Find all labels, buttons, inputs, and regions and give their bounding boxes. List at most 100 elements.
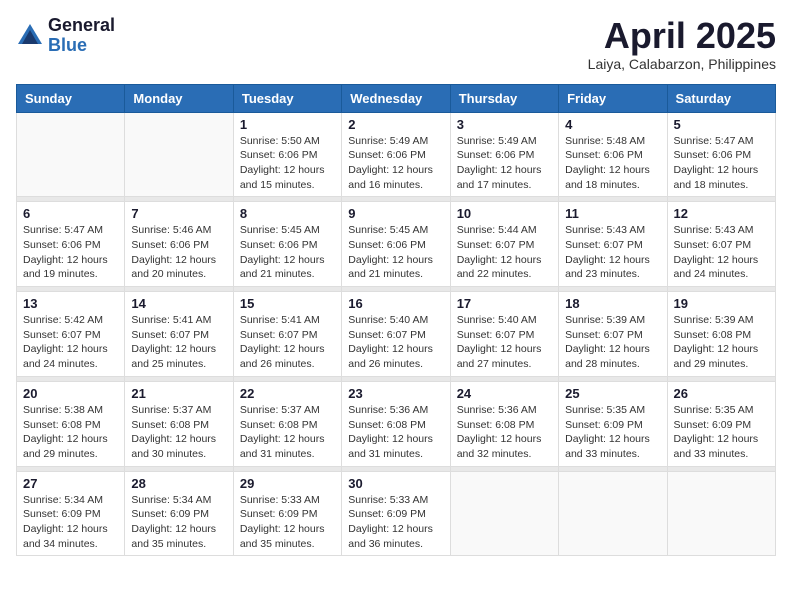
calendar-cell: 15 Sunrise: 5:41 AM Sunset: 6:07 PM Dayli…	[233, 292, 341, 377]
day-info: Sunrise: 5:39 AM Sunset: 6:07 PM Dayligh…	[565, 313, 660, 372]
day-number: 7	[131, 206, 226, 221]
calendar-cell: 21 Sunrise: 5:37 AM Sunset: 6:08 PM Dayli…	[125, 381, 233, 466]
day-number: 27	[23, 476, 118, 491]
day-info: Sunrise: 5:49 AM Sunset: 6:06 PM Dayligh…	[457, 134, 552, 193]
day-number: 10	[457, 206, 552, 221]
day-info: Sunrise: 5:37 AM Sunset: 6:08 PM Dayligh…	[240, 403, 335, 462]
day-number: 30	[348, 476, 443, 491]
day-info: Sunrise: 5:43 AM Sunset: 6:07 PM Dayligh…	[565, 223, 660, 282]
day-number: 11	[565, 206, 660, 221]
day-number: 2	[348, 117, 443, 132]
col-wednesday: Wednesday	[342, 84, 450, 112]
day-info: Sunrise: 5:38 AM Sunset: 6:08 PM Dayligh…	[23, 403, 118, 462]
day-number: 16	[348, 296, 443, 311]
day-number: 5	[674, 117, 769, 132]
day-number: 9	[348, 206, 443, 221]
calendar-cell: 13Sunrise: 5:42 AM Sunset: 6:07 PM Dayli…	[17, 292, 125, 377]
day-info: Sunrise: 5:34 AM Sunset: 6:09 PM Dayligh…	[23, 493, 118, 552]
day-info: Sunrise: 5:35 AM Sunset: 6:09 PM Dayligh…	[674, 403, 769, 462]
day-number: 13	[23, 296, 118, 311]
day-info: Sunrise: 5:44 AM Sunset: 6:07 PM Dayligh…	[457, 223, 552, 282]
calendar-cell: 26 Sunrise: 5:35 AM Sunset: 6:09 PM Dayli…	[667, 381, 775, 466]
day-number: 15	[240, 296, 335, 311]
logo-icon	[16, 22, 44, 50]
calendar-cell: 11 Sunrise: 5:43 AM Sunset: 6:07 PM Dayli…	[559, 202, 667, 287]
day-number: 8	[240, 206, 335, 221]
title-area: April 2025 Laiya, Calabarzon, Philippine…	[588, 16, 776, 72]
calendar-week-row: 1 Sunrise: 5:50 AM Sunset: 6:06 PM Daylig…	[17, 112, 776, 197]
day-info: Sunrise: 5:33 AM Sunset: 6:09 PM Dayligh…	[240, 493, 335, 552]
day-info: Sunrise: 5:33 AM Sunset: 6:09 PM Dayligh…	[348, 493, 443, 552]
calendar-cell: 28 Sunrise: 5:34 AM Sunset: 6:09 PM Dayli…	[125, 471, 233, 556]
day-info: Sunrise: 5:36 AM Sunset: 6:08 PM Dayligh…	[457, 403, 552, 462]
day-info: Sunrise: 5:46 AM Sunset: 6:06 PM Dayligh…	[131, 223, 226, 282]
col-friday: Friday	[559, 84, 667, 112]
day-info: Sunrise: 5:40 AM Sunset: 6:07 PM Dayligh…	[457, 313, 552, 372]
calendar-cell: 18 Sunrise: 5:39 AM Sunset: 6:07 PM Dayli…	[559, 292, 667, 377]
day-number: 25	[565, 386, 660, 401]
calendar-cell: 17Sunrise: 5:40 AM Sunset: 6:07 PM Dayli…	[450, 292, 558, 377]
calendar-header-row: Sunday Monday Tuesday Wednesday Thursday…	[17, 84, 776, 112]
calendar-cell: 9 Sunrise: 5:45 AM Sunset: 6:06 PM Daylig…	[342, 202, 450, 287]
calendar: Sunday Monday Tuesday Wednesday Thursday…	[16, 84, 776, 557]
day-info: Sunrise: 5:36 AM Sunset: 6:08 PM Dayligh…	[348, 403, 443, 462]
day-number: 24	[457, 386, 552, 401]
day-number: 21	[131, 386, 226, 401]
calendar-cell: 4 Sunrise: 5:48 AM Sunset: 6:06 PM Daylig…	[559, 112, 667, 197]
day-number: 23	[348, 386, 443, 401]
page-header: General Blue April 2025 Laiya, Calabarzo…	[16, 16, 776, 72]
calendar-cell	[559, 471, 667, 556]
day-number: 14	[131, 296, 226, 311]
calendar-week-row: 20 Sunrise: 5:38 AM Sunset: 6:08 PM Dayli…	[17, 381, 776, 466]
day-number: 12	[674, 206, 769, 221]
day-info: Sunrise: 5:41 AM Sunset: 6:07 PM Dayligh…	[240, 313, 335, 372]
calendar-cell: 27 Sunrise: 5:34 AM Sunset: 6:09 PM Dayli…	[17, 471, 125, 556]
day-info: Sunrise: 5:50 AM Sunset: 6:06 PM Dayligh…	[240, 134, 335, 193]
calendar-cell: 24 Sunrise: 5:36 AM Sunset: 6:08 PM Dayli…	[450, 381, 558, 466]
day-number: 22	[240, 386, 335, 401]
day-number: 20	[23, 386, 118, 401]
col-thursday: Thursday	[450, 84, 558, 112]
calendar-cell: 1 Sunrise: 5:50 AM Sunset: 6:06 PM Daylig…	[233, 112, 341, 197]
day-info: Sunrise: 5:47 AM Sunset: 6:06 PM Dayligh…	[23, 223, 118, 282]
day-info: Sunrise: 5:35 AM Sunset: 6:09 PM Dayligh…	[565, 403, 660, 462]
calendar-cell: 16 Sunrise: 5:40 AM Sunset: 6:07 PM Dayli…	[342, 292, 450, 377]
calendar-cell: 14 Sunrise: 5:41 AM Sunset: 6:07 PM Dayli…	[125, 292, 233, 377]
calendar-cell: 2Sunrise: 5:49 AM Sunset: 6:06 PM Daylig…	[342, 112, 450, 197]
day-number: 26	[674, 386, 769, 401]
day-number: 4	[565, 117, 660, 132]
calendar-cell	[17, 112, 125, 197]
calendar-cell: 19 Sunrise: 5:39 AM Sunset: 6:08 PM Dayli…	[667, 292, 775, 377]
day-info: Sunrise: 5:45 AM Sunset: 6:06 PM Dayligh…	[240, 223, 335, 282]
day-info: Sunrise: 5:45 AM Sunset: 6:06 PM Dayligh…	[348, 223, 443, 282]
logo-text: General Blue	[48, 16, 115, 56]
calendar-week-row: 27 Sunrise: 5:34 AM Sunset: 6:09 PM Dayli…	[17, 471, 776, 556]
day-info: Sunrise: 5:48 AM Sunset: 6:06 PM Dayligh…	[565, 134, 660, 193]
logo: General Blue	[16, 16, 115, 56]
calendar-week-row: 6Sunrise: 5:47 AM Sunset: 6:06 PM Daylig…	[17, 202, 776, 287]
calendar-cell	[667, 471, 775, 556]
calendar-week-row: 13Sunrise: 5:42 AM Sunset: 6:07 PM Dayli…	[17, 292, 776, 377]
month-title: April 2025	[588, 16, 776, 56]
day-number: 28	[131, 476, 226, 491]
logo-blue: Blue	[48, 36, 115, 56]
day-number: 1	[240, 117, 335, 132]
calendar-cell: 20 Sunrise: 5:38 AM Sunset: 6:08 PM Dayli…	[17, 381, 125, 466]
day-number: 29	[240, 476, 335, 491]
day-number: 3	[457, 117, 552, 132]
day-info: Sunrise: 5:41 AM Sunset: 6:07 PM Dayligh…	[131, 313, 226, 372]
calendar-cell: 8 Sunrise: 5:45 AM Sunset: 6:06 PM Daylig…	[233, 202, 341, 287]
day-info: Sunrise: 5:39 AM Sunset: 6:08 PM Dayligh…	[674, 313, 769, 372]
calendar-cell: 5 Sunrise: 5:47 AM Sunset: 6:06 PM Daylig…	[667, 112, 775, 197]
day-number: 19	[674, 296, 769, 311]
day-info: Sunrise: 5:47 AM Sunset: 6:06 PM Dayligh…	[674, 134, 769, 193]
col-saturday: Saturday	[667, 84, 775, 112]
day-number: 18	[565, 296, 660, 311]
calendar-cell: 30 Sunrise: 5:33 AM Sunset: 6:09 PM Dayli…	[342, 471, 450, 556]
calendar-cell: 29 Sunrise: 5:33 AM Sunset: 6:09 PM Dayli…	[233, 471, 341, 556]
calendar-cell: 10 Sunrise: 5:44 AM Sunset: 6:07 PM Dayli…	[450, 202, 558, 287]
day-info: Sunrise: 5:37 AM Sunset: 6:08 PM Dayligh…	[131, 403, 226, 462]
day-info: Sunrise: 5:40 AM Sunset: 6:07 PM Dayligh…	[348, 313, 443, 372]
day-info: Sunrise: 5:34 AM Sunset: 6:09 PM Dayligh…	[131, 493, 226, 552]
calendar-cell	[125, 112, 233, 197]
